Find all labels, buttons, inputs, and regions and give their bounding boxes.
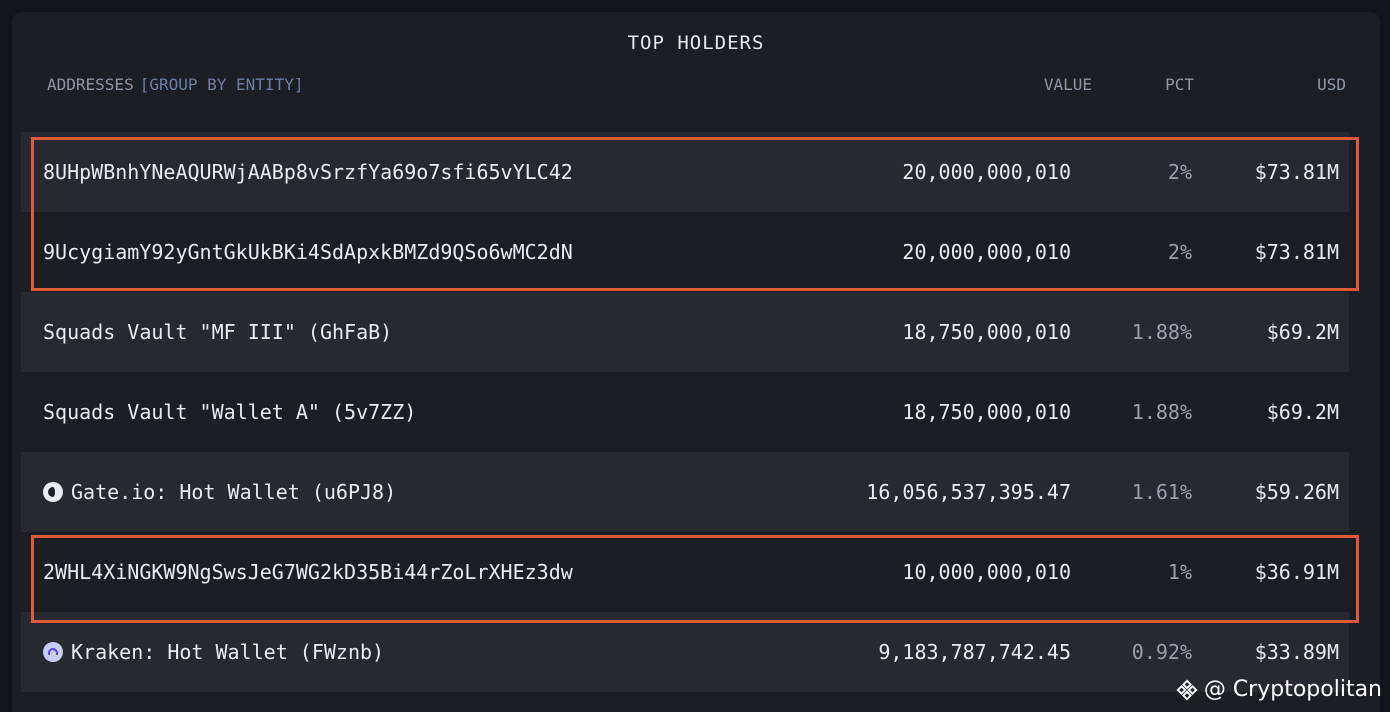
- holder-usd: $59.26M: [1254, 480, 1339, 504]
- holder-value: 20,000,000,010: [902, 240, 1071, 264]
- holders-table: 8UHpWBnhYNeAQURWjAABp8vSrzfYa69o7sfi65vY…: [21, 132, 1349, 692]
- table-row[interactable]: 2WHL4XiNGKW9NgSwsJeG7WG2kD35Bi44rZoLrXHE…: [21, 532, 1349, 612]
- address-text: 8UHpWBnhYNeAQURWjAABp8vSrzfYa69o7sfi65vY…: [43, 160, 573, 184]
- holder-pct: 1.88%: [1131, 320, 1192, 344]
- holder-value: 9,183,787,742.45: [878, 640, 1071, 664]
- address-text: 2WHL4XiNGKW9NgSwsJeG7WG2kD35Bi44rZoLrXHE…: [43, 560, 573, 584]
- address-text: Squads Vault "Wallet A" (5v7ZZ): [43, 400, 417, 424]
- holder-usd: $73.81M: [1254, 160, 1339, 184]
- holder-usd: $33.89M: [1254, 640, 1339, 664]
- addresses-label: ADDRESSES: [47, 75, 134, 94]
- holder-address[interactable]: Squads Vault "MF III" (GhFaB): [43, 320, 392, 344]
- cryptopolitan-logo-icon: [1176, 679, 1198, 700]
- usd-column-header[interactable]: USD: [1317, 75, 1346, 94]
- holder-value: 18,750,000,010: [902, 320, 1071, 344]
- table-row[interactable]: Kraken: Hot Wallet (FWznb) 9,183,787,742…: [21, 612, 1349, 692]
- holder-usd: $69.2M: [1266, 320, 1339, 344]
- table-row[interactable]: Squads Vault "MF III" (GhFaB) 18,750,000…: [21, 292, 1349, 372]
- watermark-text: @ Cryptopolitan: [1203, 677, 1382, 702]
- holder-address[interactable]: Squads Vault "Wallet A" (5v7ZZ): [43, 400, 416, 424]
- group-by-entity-toggle[interactable]: [GROUP BY ENTITY]: [140, 75, 304, 94]
- table-row[interactable]: Squads Vault "Wallet A" (5v7ZZ) 18,750,0…: [21, 372, 1349, 452]
- holder-pct: 2%: [1167, 160, 1192, 184]
- table-row[interactable]: 9UcygiamY92yGntGkUkBKi4SdApxkBMZd9QSo6wM…: [21, 212, 1349, 292]
- holder-usd: $73.81M: [1254, 240, 1339, 264]
- holder-usd: $69.2M: [1266, 400, 1339, 424]
- kraken-icon: [43, 642, 63, 662]
- panel-title: TOP HOLDERS: [627, 32, 765, 54]
- holder-usd: $36.91M: [1254, 560, 1339, 584]
- watermark: @ Cryptopolitan: [1176, 677, 1382, 702]
- holder-value: 20,000,000,010: [902, 160, 1071, 184]
- value-column-header[interactable]: VALUE: [1044, 75, 1092, 94]
- holder-address[interactable]: 2WHL4XiNGKW9NgSwsJeG7WG2kD35Bi44rZoLrXHE…: [43, 560, 573, 584]
- holder-address[interactable]: 9UcygiamY92yGntGkUkBKi4SdApxkBMZd9QSo6wM…: [43, 240, 573, 264]
- holder-pct: 1%: [1167, 560, 1192, 584]
- address-text: 9UcygiamY92yGntGkUkBKi4SdApxkBMZd9QSo6wM…: [43, 240, 573, 264]
- holder-pct: 1.88%: [1131, 400, 1192, 424]
- holder-value: 10,000,000,010: [902, 560, 1071, 584]
- holder-address[interactable]: Kraken: Hot Wallet (FWznb): [43, 640, 384, 664]
- holder-value: 16,056,537,395.47: [866, 480, 1071, 504]
- table-row[interactable]: 8UHpWBnhYNeAQURWjAABp8vSrzfYa69o7sfi65vY…: [21, 132, 1349, 212]
- pct-column-header[interactable]: PCT: [1165, 75, 1194, 94]
- address-text: Squads Vault "MF III" (GhFaB): [43, 320, 393, 344]
- holder-address[interactable]: 8UHpWBnhYNeAQURWjAABp8vSrzfYa69o7sfi65vY…: [43, 160, 573, 184]
- address-text: Gate.io: Hot Wallet (u6PJ8): [71, 480, 397, 504]
- address-text: Kraken: Hot Wallet (FWznb): [71, 640, 385, 664]
- holder-pct: 2%: [1167, 240, 1192, 264]
- holder-pct: 0.92%: [1131, 640, 1192, 664]
- holder-address[interactable]: Gate.io: Hot Wallet (u6PJ8): [43, 480, 396, 504]
- table-row[interactable]: Gate.io: Hot Wallet (u6PJ8) 16,056,537,3…: [21, 452, 1349, 532]
- table-header: ADDRESSES [GROUP BY ENTITY] VALUE PCT USD: [12, 75, 1380, 97]
- gate-io-icon: [43, 482, 63, 502]
- addresses-header: ADDRESSES [GROUP BY ENTITY]: [47, 75, 303, 94]
- holder-value: 18,750,000,010: [902, 400, 1071, 424]
- holder-pct: 1.61%: [1131, 480, 1192, 504]
